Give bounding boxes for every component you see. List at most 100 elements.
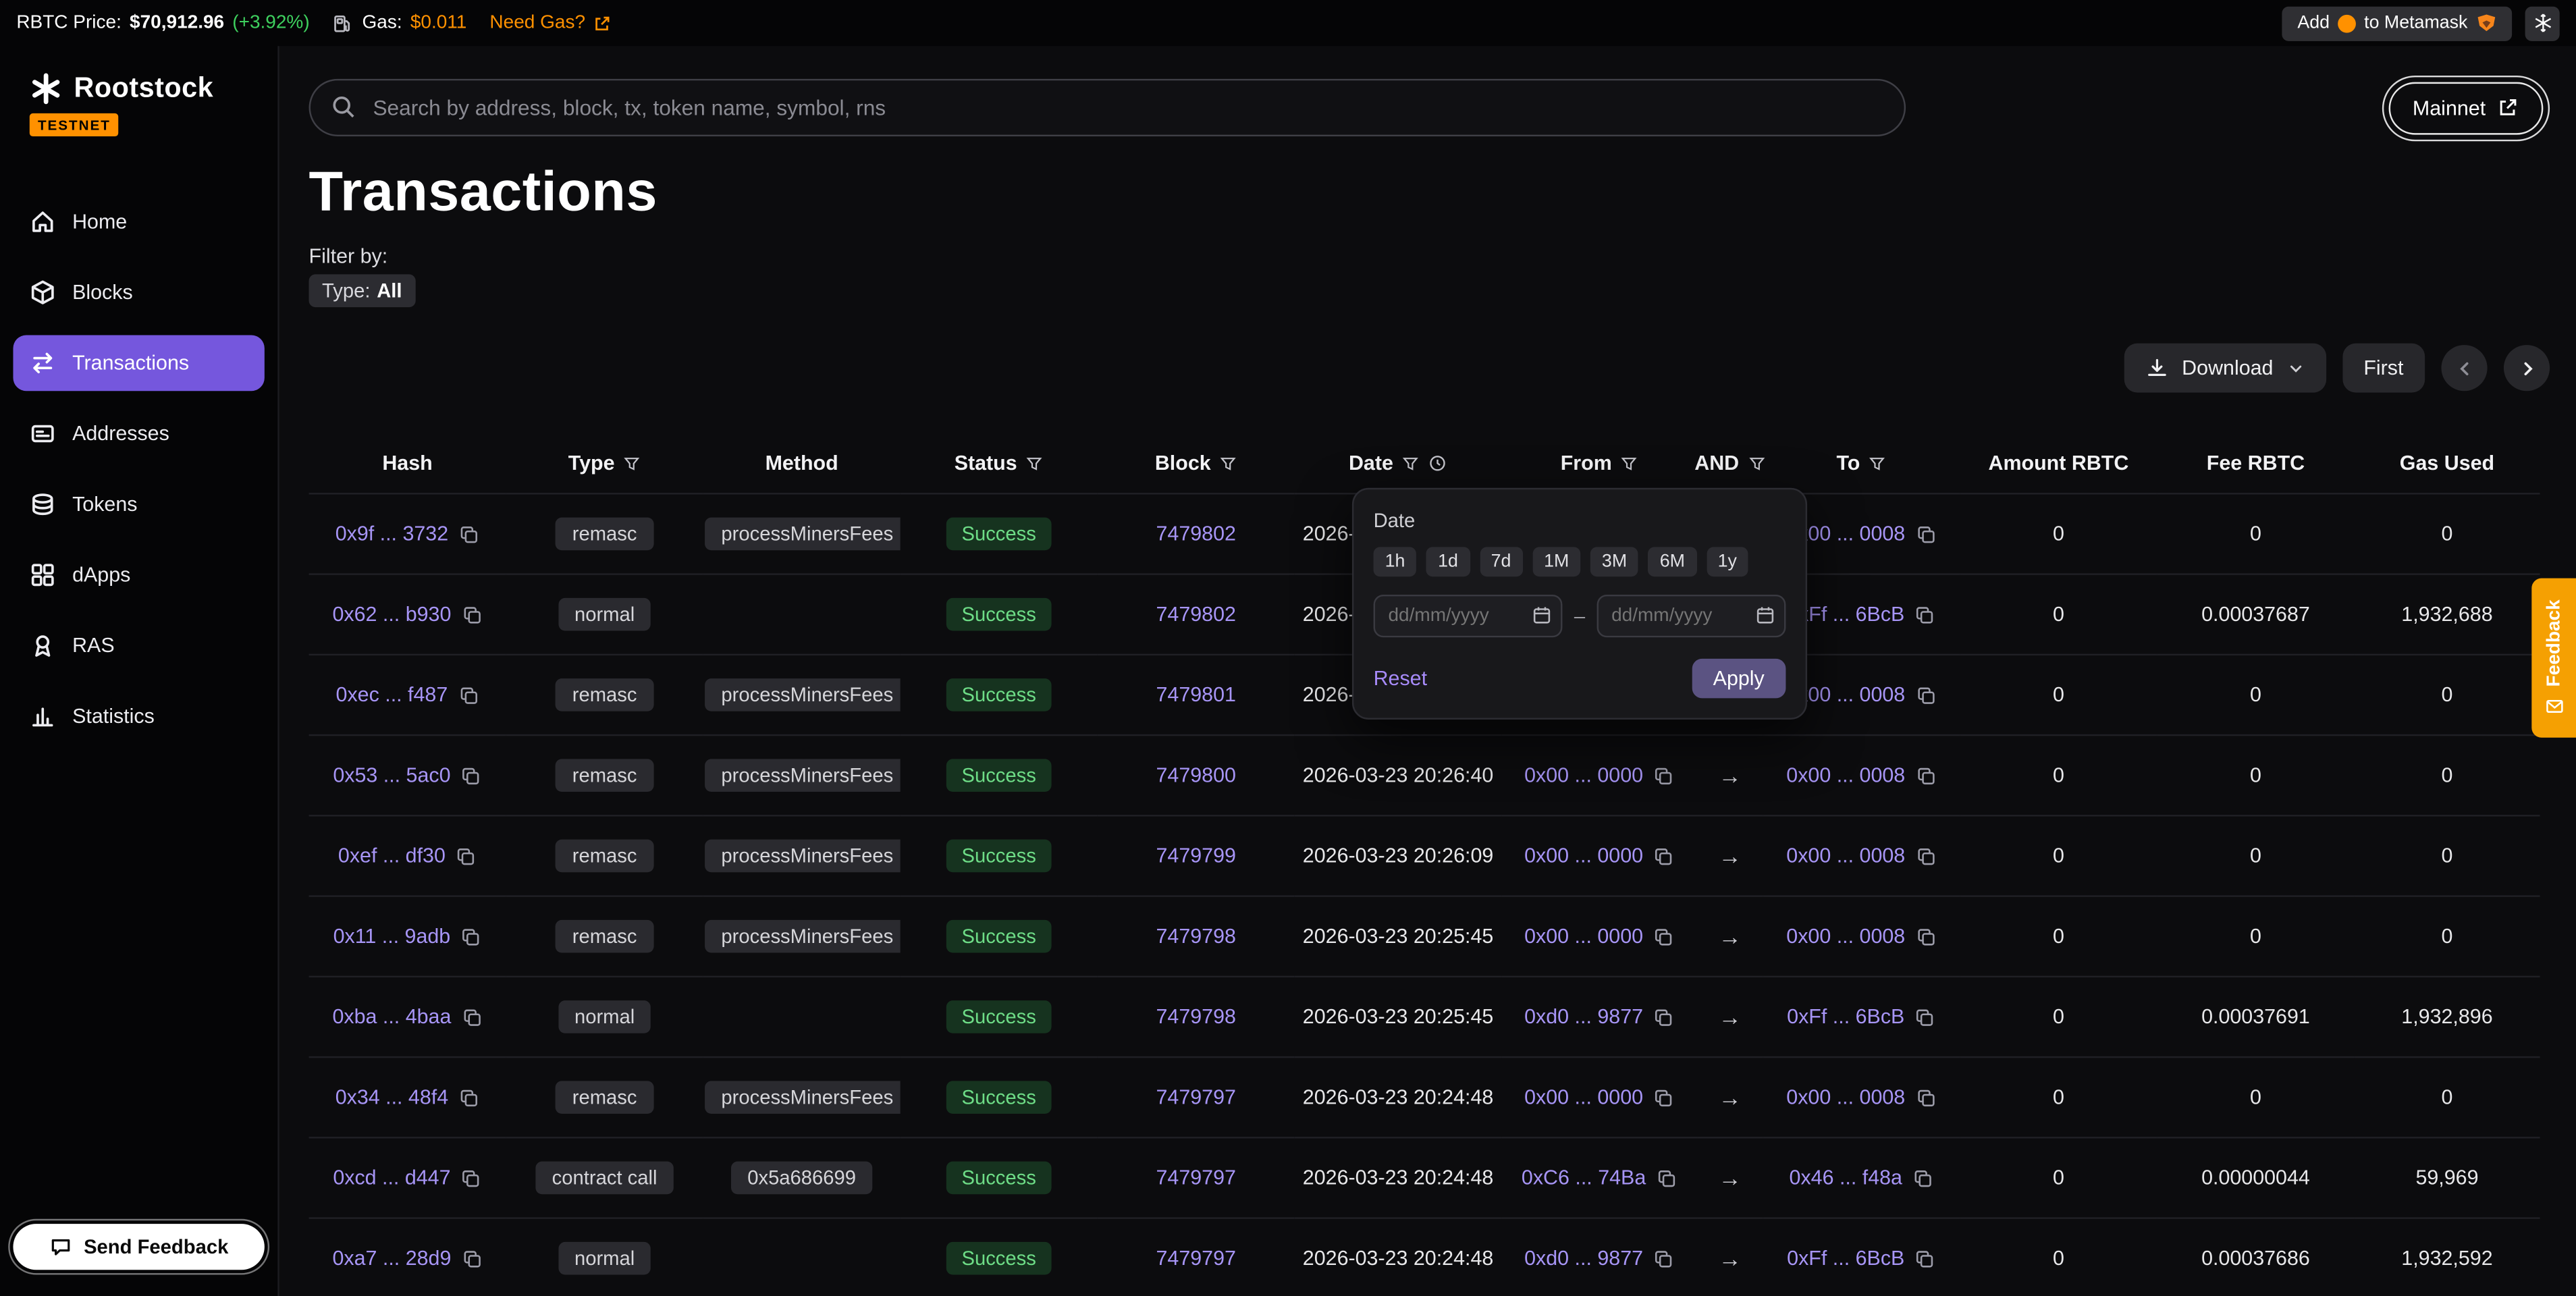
copy-icon[interactable]	[1915, 1087, 1937, 1108]
block-link[interactable]: 7479798	[1156, 1005, 1235, 1028]
copy-icon[interactable]	[1915, 925, 1937, 947]
first-page-button[interactable]: First	[2342, 344, 2425, 393]
date-range-chip[interactable]: 1h	[1374, 547, 1417, 576]
tx-hash-link[interactable]: 0x11 ... 9adb	[333, 925, 451, 948]
from-address-link[interactable]: 0x00 ... 0000	[1524, 925, 1643, 948]
copy-icon[interactable]	[461, 603, 483, 625]
date-range-chip[interactable]: 6M	[1648, 547, 1696, 576]
tx-hash-link[interactable]: 0x9f ... 3732	[336, 522, 448, 545]
feedback-tab[interactable]: Feedback	[2531, 578, 2576, 738]
filter-icon[interactable]	[623, 454, 641, 473]
copy-icon[interactable]	[461, 1006, 483, 1028]
from-address-link[interactable]: 0x00 ... 0000	[1524, 1086, 1643, 1109]
copy-icon[interactable]	[458, 523, 480, 545]
filter-icon[interactable]	[1219, 454, 1237, 473]
block-link[interactable]: 7479802	[1156, 603, 1235, 626]
tx-hash-link[interactable]: 0xef ... df30	[338, 844, 446, 867]
to-address-link[interactable]: 0x00 ... 0008	[1786, 925, 1905, 948]
sidebar-item-dapps[interactable]: dApps	[13, 547, 264, 603]
snowflake-icon-button[interactable]	[2525, 6, 2560, 40]
clock-icon[interactable]	[1428, 454, 1447, 473]
copy-icon[interactable]	[1653, 925, 1675, 947]
apply-button[interactable]: Apply	[1692, 659, 1786, 698]
block-link[interactable]: 7479799	[1156, 844, 1235, 867]
to-address-link[interactable]: 0x00 ... 0008	[1786, 844, 1905, 867]
from-address-link[interactable]: 0xd0 ... 9877	[1524, 1247, 1643, 1270]
tx-hash-link[interactable]: 0x34 ... 48f4	[336, 1086, 448, 1109]
date-range-chip[interactable]: 1y	[1707, 547, 1748, 576]
send-feedback-button[interactable]: Send Feedback	[13, 1224, 264, 1270]
tx-hash-link[interactable]: 0x62 ... b930	[332, 603, 451, 626]
sidebar-item-tokens[interactable]: Tokens	[13, 477, 264, 533]
sidebar-item-addresses[interactable]: Addresses	[13, 406, 264, 462]
copy-icon[interactable]	[1653, 845, 1675, 867]
copy-icon[interactable]	[460, 765, 482, 786]
brand-row[interactable]: Rootstock	[30, 72, 265, 105]
download-button[interactable]: Download	[2124, 344, 2326, 393]
reset-link[interactable]: Reset	[1374, 667, 1427, 690]
block-link[interactable]: 7479801	[1156, 683, 1235, 706]
copy-icon[interactable]	[460, 1167, 482, 1189]
filter-icon[interactable]	[1747, 454, 1765, 473]
to-address-link[interactable]: 0x00 ... 0008	[1786, 1086, 1905, 1109]
copy-icon[interactable]	[461, 1247, 483, 1269]
copy-icon[interactable]	[458, 1087, 480, 1108]
date-range-chip[interactable]: 3M	[1590, 547, 1638, 576]
search-input[interactable]	[309, 79, 1906, 136]
type-filter-chip[interactable]: Type: All	[309, 274, 415, 307]
date-range-chip[interactable]: 1M	[1532, 547, 1580, 576]
to-address-link[interactable]: 0xFf ... 6BcB	[1787, 1247, 1904, 1270]
copy-icon[interactable]	[1914, 1006, 1936, 1028]
copy-icon[interactable]	[458, 684, 479, 706]
calendar-icon[interactable]	[1754, 605, 1776, 626]
block-link[interactable]: 7479797	[1156, 1166, 1235, 1189]
to-address-link[interactable]: 0x00 ... 0008	[1786, 764, 1905, 787]
copy-icon[interactable]	[1653, 1247, 1675, 1269]
calendar-icon[interactable]	[1532, 605, 1553, 626]
from-address-link[interactable]: 0x00 ... 0000	[1524, 764, 1643, 787]
copy-icon[interactable]	[456, 845, 477, 867]
copy-icon[interactable]	[1915, 523, 1937, 545]
sidebar-item-transactions[interactable]: Transactions	[13, 335, 264, 391]
add-to-metamask-button[interactable]: Add to Metamask	[2283, 6, 2513, 40]
mainnet-button[interactable]: Mainnet	[2388, 81, 2543, 134]
block-link[interactable]: 7479797	[1156, 1247, 1235, 1270]
from-address-link[interactable]: 0xd0 ... 9877	[1524, 1005, 1643, 1028]
copy-icon[interactable]	[1912, 1167, 1934, 1189]
copy-icon[interactable]	[1915, 684, 1937, 706]
sidebar-item-statistics[interactable]: Statistics	[13, 688, 264, 745]
from-address-link[interactable]: 0xC6 ... 74Ba	[1522, 1166, 1646, 1189]
copy-icon[interactable]	[460, 925, 482, 947]
from-address-link[interactable]: 0x00 ... 0000	[1524, 844, 1643, 867]
copy-icon[interactable]	[1653, 1006, 1675, 1028]
copy-icon[interactable]	[1653, 1087, 1675, 1108]
tx-hash-link[interactable]: 0xec ... f487	[336, 683, 448, 706]
to-address-link[interactable]: 0xFf ... 6BcB	[1787, 1005, 1904, 1028]
tx-hash-link[interactable]: 0xba ... 4baa	[332, 1005, 451, 1028]
filter-icon[interactable]	[1869, 454, 1887, 473]
copy-icon[interactable]	[1914, 603, 1936, 625]
copy-icon[interactable]	[1915, 845, 1937, 867]
copy-icon[interactable]	[1915, 765, 1937, 786]
date-range-chip[interactable]: 7d	[1480, 547, 1523, 576]
filter-icon[interactable]	[1401, 454, 1420, 473]
block-link[interactable]: 7479800	[1156, 764, 1235, 787]
sidebar-item-home[interactable]: Home	[13, 194, 264, 250]
block-link[interactable]: 7479797	[1156, 1086, 1235, 1109]
date-range-chip[interactable]: 1d	[1426, 547, 1470, 576]
need-gas-link[interactable]: Need Gas?	[489, 13, 612, 32]
previous-page-button[interactable]	[2441, 345, 2487, 391]
next-page-button[interactable]	[2504, 345, 2550, 391]
tx-hash-link[interactable]: 0x53 ... 5ac0	[333, 764, 450, 787]
block-link[interactable]: 7479802	[1156, 522, 1235, 545]
copy-icon[interactable]	[1653, 765, 1675, 786]
copy-icon[interactable]	[1914, 1247, 1936, 1269]
filter-icon[interactable]	[1025, 454, 1044, 473]
block-link[interactable]: 7479798	[1156, 925, 1235, 948]
tx-hash-link[interactable]: 0xcd ... d447	[333, 1166, 450, 1189]
sidebar-item-blocks[interactable]: Blocks	[13, 265, 264, 321]
copy-icon[interactable]	[1656, 1167, 1678, 1189]
filter-icon[interactable]	[1620, 454, 1638, 473]
to-address-link[interactable]: 0x46 ... f48a	[1790, 1166, 1902, 1189]
sidebar-item-ras[interactable]: RAS	[13, 618, 264, 674]
